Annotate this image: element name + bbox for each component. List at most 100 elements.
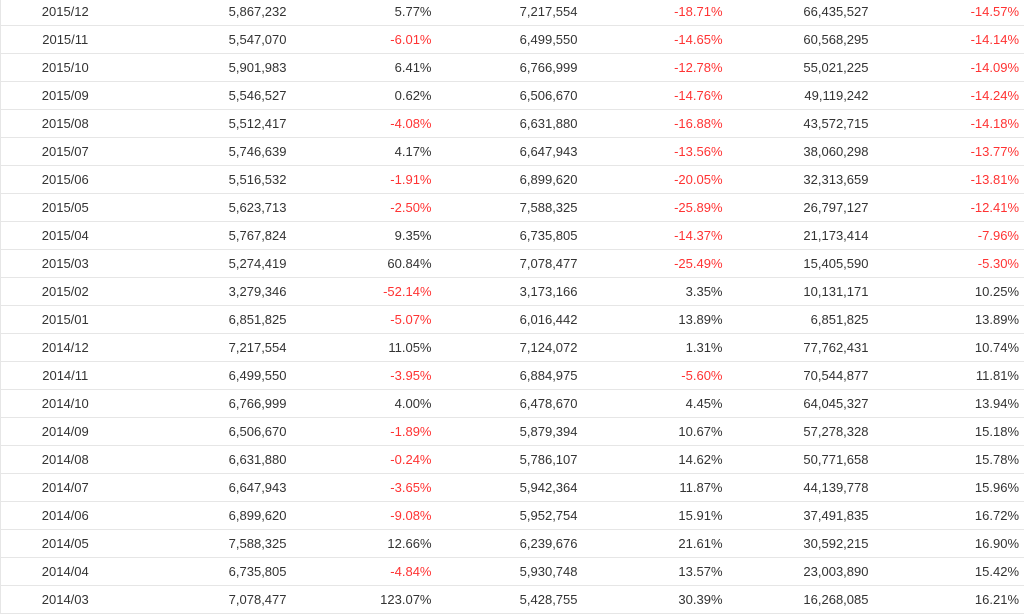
monthly-value-cell: 6,631,880 <box>152 446 292 474</box>
cumulative-value-cell: 16,268,085 <box>728 586 874 614</box>
monthly-value-cell: 5,867,232 <box>152 0 292 26</box>
monthly-change-cell: 5.77% <box>292 0 437 26</box>
yoy-change-cell: -14.37% <box>583 222 728 250</box>
cumulative-change-cell: -5.30% <box>874 250 1024 278</box>
cumulative-change-cell: -14.24% <box>874 82 1024 110</box>
monthly-change-cell: -52.14% <box>292 278 437 306</box>
month-cell: 2014/12 <box>1 334 152 362</box>
cumulative-value-cell: 30,592,215 <box>728 530 874 558</box>
cumulative-value-cell: 26,797,127 <box>728 194 874 222</box>
monthly-value-cell: 5,516,532 <box>152 166 292 194</box>
table-row: 2014/037,078,477123.07%5,428,75530.39%16… <box>1 586 1024 614</box>
monthly-change-cell: 12.66% <box>292 530 437 558</box>
table-row: 2014/057,588,32512.66%6,239,67621.61%30,… <box>1 530 1024 558</box>
monthly-value-cell: 5,901,983 <box>152 54 292 82</box>
prior-year-value-cell: 7,217,554 <box>437 0 583 26</box>
cumulative-value-cell: 15,405,590 <box>728 250 874 278</box>
yoy-change-cell: -14.76% <box>583 82 728 110</box>
month-cell: 2014/03 <box>1 586 152 614</box>
month-cell: 2015/12 <box>1 0 152 26</box>
monthly-value-cell: 5,746,639 <box>152 138 292 166</box>
monthly-value-cell: 5,512,417 <box>152 110 292 138</box>
monthly-value-cell: 3,279,346 <box>152 278 292 306</box>
prior-year-value-cell: 6,899,620 <box>437 166 583 194</box>
cumulative-change-cell: 16.21% <box>874 586 1024 614</box>
month-cell: 2015/10 <box>1 54 152 82</box>
cumulative-value-cell: 49,119,242 <box>728 82 874 110</box>
monthly-change-cell: -1.91% <box>292 166 437 194</box>
table-row: 2015/065,516,532-1.91%6,899,620-20.05%32… <box>1 166 1024 194</box>
table-row: 2015/125,867,2325.77%7,217,554-18.71%66,… <box>1 0 1024 26</box>
yoy-change-cell: 14.62% <box>583 446 728 474</box>
monthly-change-cell: -9.08% <box>292 502 437 530</box>
cumulative-value-cell: 60,568,295 <box>728 26 874 54</box>
monthly-value-cell: 7,588,325 <box>152 530 292 558</box>
table-row: 2014/086,631,880-0.24%5,786,10714.62%50,… <box>1 446 1024 474</box>
yoy-change-cell: 30.39% <box>583 586 728 614</box>
month-cell: 2015/02 <box>1 278 152 306</box>
monthly-change-cell: 4.17% <box>292 138 437 166</box>
prior-year-value-cell: 6,631,880 <box>437 110 583 138</box>
monthly-change-cell: 6.41% <box>292 54 437 82</box>
table-row: 2015/016,851,825-5.07%6,016,44213.89%6,8… <box>1 306 1024 334</box>
yoy-change-cell: 11.87% <box>583 474 728 502</box>
month-cell: 2015/07 <box>1 138 152 166</box>
cumulative-value-cell: 37,491,835 <box>728 502 874 530</box>
cumulative-change-cell: 15.42% <box>874 558 1024 586</box>
month-cell: 2014/05 <box>1 530 152 558</box>
yoy-change-cell: 15.91% <box>583 502 728 530</box>
cumulative-change-cell: 15.96% <box>874 474 1024 502</box>
monthly-change-cell: 60.84% <box>292 250 437 278</box>
month-cell: 2014/07 <box>1 474 152 502</box>
cumulative-change-cell: 10.74% <box>874 334 1024 362</box>
cumulative-change-cell: 16.72% <box>874 502 1024 530</box>
yoy-change-cell: -12.78% <box>583 54 728 82</box>
prior-year-value-cell: 6,506,670 <box>437 82 583 110</box>
monthly-change-cell: -6.01% <box>292 26 437 54</box>
prior-year-value-cell: 3,173,166 <box>437 278 583 306</box>
yoy-change-cell: -25.49% <box>583 250 728 278</box>
cumulative-value-cell: 32,313,659 <box>728 166 874 194</box>
monthly-change-cell: 0.62% <box>292 82 437 110</box>
yoy-change-cell: 3.35% <box>583 278 728 306</box>
monthly-value-cell: 6,899,620 <box>152 502 292 530</box>
cumulative-value-cell: 23,003,890 <box>728 558 874 586</box>
cumulative-value-cell: 77,762,431 <box>728 334 874 362</box>
prior-year-value-cell: 6,647,943 <box>437 138 583 166</box>
yoy-change-cell: 1.31% <box>583 334 728 362</box>
yoy-change-cell: -5.60% <box>583 362 728 390</box>
month-cell: 2015/01 <box>1 306 152 334</box>
monthly-change-cell: 9.35% <box>292 222 437 250</box>
cumulative-change-cell: 13.94% <box>874 390 1024 418</box>
table-row: 2014/106,766,9994.00%6,478,6704.45%64,04… <box>1 390 1024 418</box>
cumulative-change-cell: 11.81% <box>874 362 1024 390</box>
monthly-value-cell: 6,506,670 <box>152 418 292 446</box>
monthly-value-cell: 7,078,477 <box>152 586 292 614</box>
yoy-change-cell: -13.56% <box>583 138 728 166</box>
prior-year-value-cell: 7,588,325 <box>437 194 583 222</box>
month-cell: 2014/10 <box>1 390 152 418</box>
monthly-value-cell: 5,274,419 <box>152 250 292 278</box>
prior-year-value-cell: 7,078,477 <box>437 250 583 278</box>
cumulative-value-cell: 70,544,877 <box>728 362 874 390</box>
cumulative-change-cell: 10.25% <box>874 278 1024 306</box>
cumulative-change-cell: -14.57% <box>874 0 1024 26</box>
cumulative-change-cell: -14.18% <box>874 110 1024 138</box>
month-cell: 2015/06 <box>1 166 152 194</box>
cumulative-value-cell: 43,572,715 <box>728 110 874 138</box>
monthly-change-cell: 123.07% <box>292 586 437 614</box>
table-row: 2015/055,623,713-2.50%7,588,325-25.89%26… <box>1 194 1024 222</box>
table-row: 2015/105,901,9836.41%6,766,999-12.78%55,… <box>1 54 1024 82</box>
table-row: 2014/076,647,943-3.65%5,942,36411.87%44,… <box>1 474 1024 502</box>
month-cell: 2015/09 <box>1 82 152 110</box>
table-row: 2015/035,274,41960.84%7,078,477-25.49%15… <box>1 250 1024 278</box>
cumulative-value-cell: 6,851,825 <box>728 306 874 334</box>
month-cell: 2014/09 <box>1 418 152 446</box>
prior-year-value-cell: 6,239,676 <box>437 530 583 558</box>
prior-year-value-cell: 5,930,748 <box>437 558 583 586</box>
monthly-value-cell: 5,546,527 <box>152 82 292 110</box>
prior-year-value-cell: 6,735,805 <box>437 222 583 250</box>
cumulative-change-cell: -13.77% <box>874 138 1024 166</box>
table-row: 2014/046,735,805-4.84%5,930,74813.57%23,… <box>1 558 1024 586</box>
cumulative-change-cell: -14.14% <box>874 26 1024 54</box>
